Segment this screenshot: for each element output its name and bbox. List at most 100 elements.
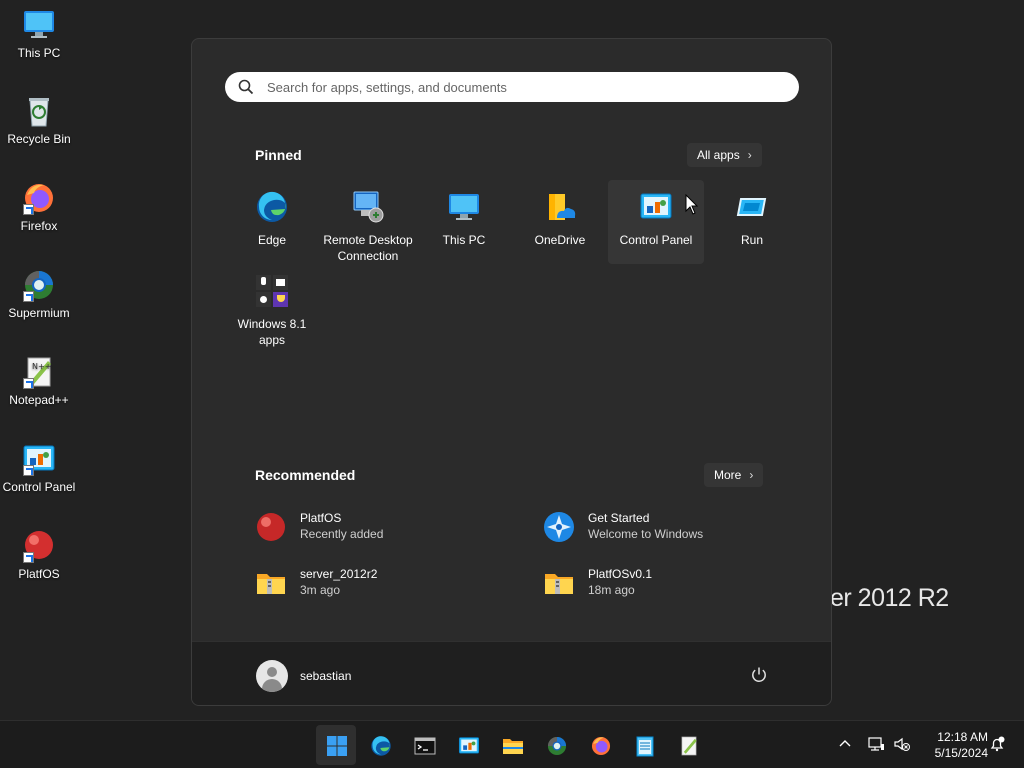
taskbar-supermium[interactable] (536, 725, 576, 765)
recommended-item-subtitle: 3m ago (300, 583, 341, 597)
remote-desktop-icon (351, 190, 385, 224)
pinned-edge[interactable]: Edge (224, 180, 320, 264)
search-box[interactable] (225, 72, 799, 102)
pinned-label: Windows 8.1 apps (237, 317, 307, 347)
control-panel-icon (22, 442, 56, 476)
taskbar-file-explorer[interactable] (492, 725, 532, 765)
desktop-icon-label: Firefox (20, 219, 58, 233)
pinned-onedrive[interactable]: OneDrive (512, 180, 608, 264)
supermium-icon (22, 268, 56, 302)
taskbar-terminal[interactable] (404, 725, 444, 765)
get-started-icon (543, 511, 575, 543)
desktop-icon-notepad-plus-plus[interactable]: N++ Notepad++ (0, 355, 78, 407)
recommended-item-server-2012r2[interactable]: server_2012r2 3m ago (255, 563, 505, 603)
user-avatar[interactable] (256, 660, 288, 692)
recommended-item-name: PlatfOS (300, 511, 342, 525)
recycle-bin-icon (22, 94, 56, 128)
recommended-title: Recommended (255, 467, 356, 483)
taskbar-notepad[interactable] (624, 725, 664, 765)
platfos-icon (255, 511, 287, 543)
run-icon (735, 190, 769, 224)
desktop-icon-label: PlatfOS (18, 567, 60, 581)
desktop-icon-this-pc[interactable]: This PC (0, 8, 78, 60)
desktop-icon-supermium[interactable]: Supermium (0, 268, 78, 320)
recommended-item-get-started[interactable]: Get Started Welcome to Windows (543, 507, 793, 547)
clock[interactable]: 12:18 AM 5/15/2024 (918, 729, 988, 761)
recommended-item-name: Get Started (588, 511, 650, 525)
recommended-item-platfos[interactable]: PlatfOS Recently added (255, 507, 505, 547)
zip-folder-icon (255, 567, 287, 599)
edge-icon (371, 736, 391, 756)
clock-date: 5/15/2024 (934, 746, 988, 760)
taskbar-start-button[interactable] (316, 725, 356, 765)
notepad-plus-plus-icon (681, 736, 697, 756)
network-icon[interactable] (867, 735, 885, 753)
desktop-icon-label: Recycle Bin (7, 132, 71, 146)
notepad-icon (636, 736, 654, 757)
taskbar: 12:18 AM 5/15/2024 (0, 720, 1024, 768)
shortcut-arrow-icon (23, 204, 34, 215)
monitor-icon (22, 8, 56, 42)
notification-bell-icon[interactable] (988, 735, 1006, 753)
desktop-icon-control-panel[interactable]: Control Panel (0, 442, 78, 494)
all-apps-button[interactable]: All apps › (687, 143, 762, 167)
taskbar-firefox[interactable] (580, 725, 620, 765)
control-panel-icon (639, 190, 673, 224)
taskbar-control-panel[interactable] (448, 725, 488, 765)
svg-text:N++: N++ (32, 362, 51, 371)
more-button[interactable]: More › (704, 463, 764, 487)
recommended-item-subtitle: Recently added (300, 527, 384, 541)
search-input[interactable] (267, 72, 777, 102)
folder-icon (503, 739, 523, 754)
chevron-right-icon: › (749, 468, 754, 482)
mouse-cursor-icon (685, 193, 699, 221)
desktop-icon-firefox[interactable]: Firefox (0, 181, 78, 233)
edge-icon (255, 190, 289, 224)
desktop-icon-platfos[interactable]: PlatfOS (0, 529, 78, 581)
pinned-windows-8-1-apps[interactable]: Windows 8.1 apps (224, 264, 320, 348)
terminal-icon (414, 737, 436, 755)
pinned-run[interactable]: Run (704, 180, 800, 264)
pinned-control-panel[interactable]: Control Panel (608, 180, 704, 264)
pinned-label: OneDrive (534, 233, 586, 247)
supermium-icon (547, 736, 567, 756)
pinned-label: Remote Desktop Connection (323, 233, 413, 263)
desktop-icon-label: Notepad++ (9, 393, 69, 407)
desktop-icon-label: Supermium (8, 306, 70, 320)
chevron-up-icon[interactable] (836, 735, 854, 753)
desktop-icon-recycle-bin[interactable]: Recycle Bin (0, 94, 78, 146)
platfos-icon (22, 529, 56, 563)
control-panel-icon (458, 737, 480, 754)
user-icon (267, 667, 277, 677)
onedrive-folder-icon (543, 190, 577, 224)
shortcut-arrow-icon (23, 552, 34, 563)
os-watermark: ver 2012 R2 (818, 584, 949, 612)
shortcut-arrow-icon (23, 465, 34, 476)
speaker-muted-icon[interactable] (893, 735, 911, 753)
pinned-title: Pinned (255, 147, 302, 163)
power-button[interactable] (750, 666, 768, 684)
windows-logo-icon (327, 736, 347, 756)
clock-time: 12:18 AM (937, 730, 988, 744)
recommended-item-name: PlatfOSv0.1 (588, 567, 653, 581)
shortcut-arrow-icon (23, 378, 34, 389)
pinned-remote-desktop-connection[interactable]: Remote Desktop Connection (320, 180, 416, 264)
start-menu: Pinned All apps › Edge Remote Desktop Co… (191, 38, 832, 706)
pinned-label: Edge (257, 233, 287, 247)
more-label: More (714, 468, 742, 482)
search-icon (238, 79, 254, 95)
shortcut-arrow-icon (23, 291, 34, 302)
user-name[interactable]: sebastian (300, 669, 351, 683)
taskbar-notepad-plus-plus[interactable] (668, 725, 708, 765)
start-menu-footer: sebastian (192, 641, 831, 705)
all-apps-label: All apps (697, 148, 740, 162)
desktop-icon-label: This PC (17, 46, 61, 60)
desktop-icon-label: Control Panel (2, 480, 76, 494)
taskbar-edge[interactable] (360, 725, 400, 765)
monitor-icon (447, 190, 481, 224)
recommended-item-name: server_2012r2 (300, 567, 378, 581)
pinned-label: This PC (442, 233, 486, 247)
pinned-this-pc[interactable]: This PC (416, 180, 512, 264)
pinned-label: Control Panel (619, 233, 693, 247)
recommended-item-platfosv0-1[interactable]: PlatfOSv0.1 18m ago (543, 563, 793, 603)
